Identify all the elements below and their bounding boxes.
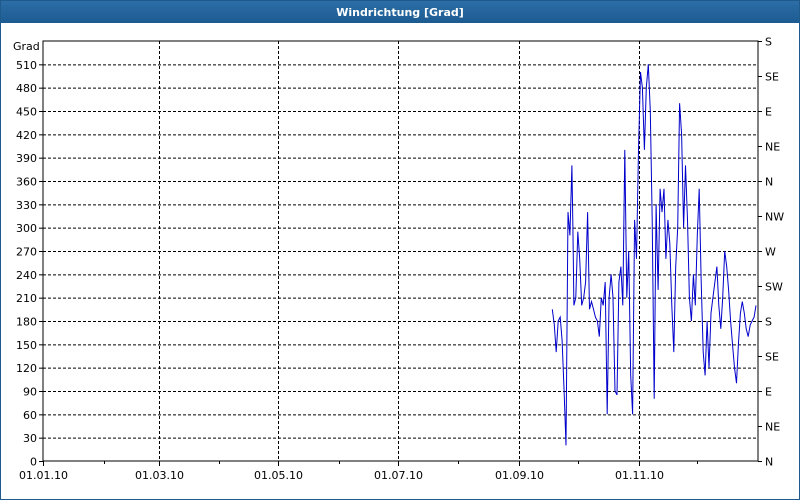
x-tick-label: 01.11.10	[615, 469, 664, 482]
y-tick-label: 120	[16, 362, 37, 375]
right-axis-label: NE	[765, 421, 780, 434]
y-axis-label: Grad	[13, 40, 40, 53]
right-axis-label: SW	[765, 281, 783, 294]
x-tick-label: 01.01.10	[19, 469, 68, 482]
y-tick-label: 270	[16, 246, 37, 259]
y-tick-label: 510	[16, 59, 37, 72]
y-tick-label: 240	[16, 269, 37, 282]
right-axis-label: NW	[765, 211, 784, 224]
x-tick-label: 01.03.10	[135, 469, 184, 482]
right-axis-label: E	[765, 106, 772, 119]
y-tick-label: 150	[16, 339, 37, 352]
y-tick-label: 90	[23, 386, 37, 399]
y-tick-label: 390	[16, 152, 37, 165]
right-axis-label: N	[765, 456, 773, 469]
y-tick-label: 360	[16, 176, 37, 189]
right-axis-label: E	[765, 386, 772, 399]
right-axis-label: N	[765, 176, 773, 189]
right-axis-label: SE	[765, 351, 779, 364]
right-axis-label: NE	[765, 141, 780, 154]
x-tick-label: 01.09.10	[495, 469, 544, 482]
right-axis-label: S	[765, 316, 772, 329]
y-tick-label: 30	[23, 432, 37, 445]
y-tick-label: 180	[16, 316, 37, 329]
y-tick-label: 210	[16, 292, 37, 305]
wind-direction-chart: 0 30 60 90 120 150 180 210 240 270 300 330 360 390 420…	[13, 36, 784, 483]
window-title: Windrichtung [Grad]	[1, 1, 799, 23]
x-tick-label: 01.07.10	[374, 469, 423, 482]
y-tick-label: 330	[16, 199, 37, 212]
x-tick-label: 01.05.10	[254, 469, 303, 482]
y-tick-label: 420	[16, 129, 37, 142]
y-tick-label: 0	[30, 456, 37, 469]
right-axis-label: W	[765, 246, 776, 259]
right-axis-label: SE	[765, 71, 779, 84]
y-tick-label: 300	[16, 222, 37, 235]
right-axis-label: S	[765, 36, 772, 49]
y-tick-label: 480	[16, 82, 37, 95]
y-tick-label: 450	[16, 106, 37, 119]
y-tick-label: 60	[23, 409, 37, 422]
chart-window: Windrichtung [Grad] 0 30 60 90 120 150 180 210 2…	[0, 0, 800, 500]
